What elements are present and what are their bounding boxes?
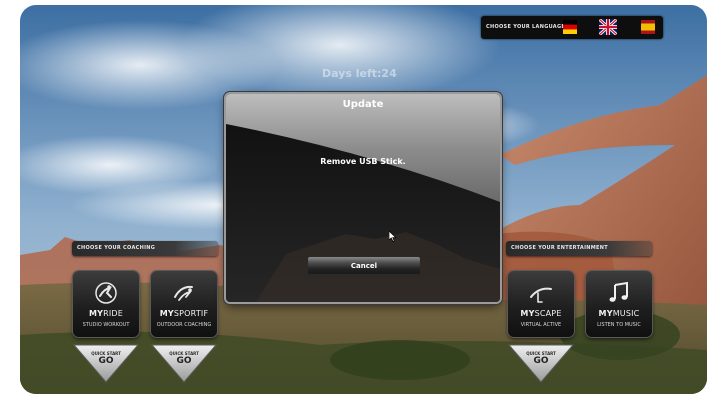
go-label: GO bbox=[533, 356, 549, 366]
entertainment-section-label: CHOOSE YOUR ENTERTAINMENT bbox=[511, 245, 608, 251]
go-label: GO bbox=[176, 356, 192, 366]
spain-flag-icon[interactable] bbox=[641, 20, 655, 34]
days-left-text: Days left:24 bbox=[322, 67, 397, 80]
update-dialog: Update Remove USB Stick. Cancel bbox=[226, 94, 500, 302]
myscape-subtitle: VIRTUAL ACTIVE bbox=[520, 322, 562, 328]
coaching-section-bar: CHOOSE YOUR COACHING bbox=[72, 241, 218, 256]
mymusic-title: MYMUSIC bbox=[598, 309, 640, 318]
mouse-cursor-icon bbox=[389, 231, 397, 242]
cancel-button[interactable]: Cancel bbox=[308, 257, 420, 274]
uk-flag-icon[interactable] bbox=[599, 19, 617, 35]
myride-quick-start-button[interactable]: QUICK START GO bbox=[73, 344, 139, 384]
coaching-section-label: CHOOSE YOUR COACHING bbox=[77, 245, 156, 251]
entertainment-section-bar: CHOOSE YOUR ENTERTAINMENT bbox=[506, 241, 652, 256]
language-bar: CHOOSE YOUR LANGUAGE bbox=[481, 16, 663, 39]
myride-subtitle: STUDIO WORKOUT bbox=[82, 322, 130, 328]
german-flag-icon[interactable] bbox=[563, 20, 577, 34]
cyclist-icon bbox=[95, 282, 117, 304]
music-note-icon bbox=[609, 281, 628, 302]
myscape-quick-start-button[interactable]: QUICK START GO bbox=[508, 344, 574, 384]
mysportif-quick-start-button[interactable]: QUICK START GO bbox=[151, 344, 217, 384]
landscape-icon bbox=[530, 287, 552, 303]
sportif-rider-icon bbox=[174, 285, 193, 301]
go-label: GO bbox=[98, 356, 114, 366]
myscape-tile[interactable]: MYSCAPE VIRTUAL ACTIVE bbox=[508, 271, 574, 337]
mysportif-tile[interactable]: MYSPORTIF OUTDOOR COACHING bbox=[151, 271, 217, 337]
cancel-button-label: Cancel bbox=[350, 262, 378, 270]
dialog-title: Update bbox=[342, 99, 384, 110]
myride-tile[interactable]: MYRIDE STUDIO WORKOUT bbox=[73, 271, 139, 337]
myscape-title: MYSCAPE bbox=[520, 309, 562, 318]
mymusic-subtitle: LISTEN TO MUSIC bbox=[597, 322, 641, 328]
language-bar-label: CHOOSE YOUR LANGUAGE bbox=[486, 24, 566, 30]
dialog-message: Remove USB Stick. bbox=[320, 157, 406, 166]
mysportif-title: MYSPORTIF bbox=[159, 309, 209, 318]
mymusic-tile[interactable]: MYMUSIC LISTEN TO MUSIC bbox=[586, 271, 652, 337]
app-window: Days left:24 CHOOSE YOUR LANGUAGE CHOOSE… bbox=[20, 5, 707, 394]
myride-title: MYRIDE bbox=[88, 309, 124, 318]
mysportif-subtitle: OUTDOOR COACHING bbox=[156, 322, 212, 328]
